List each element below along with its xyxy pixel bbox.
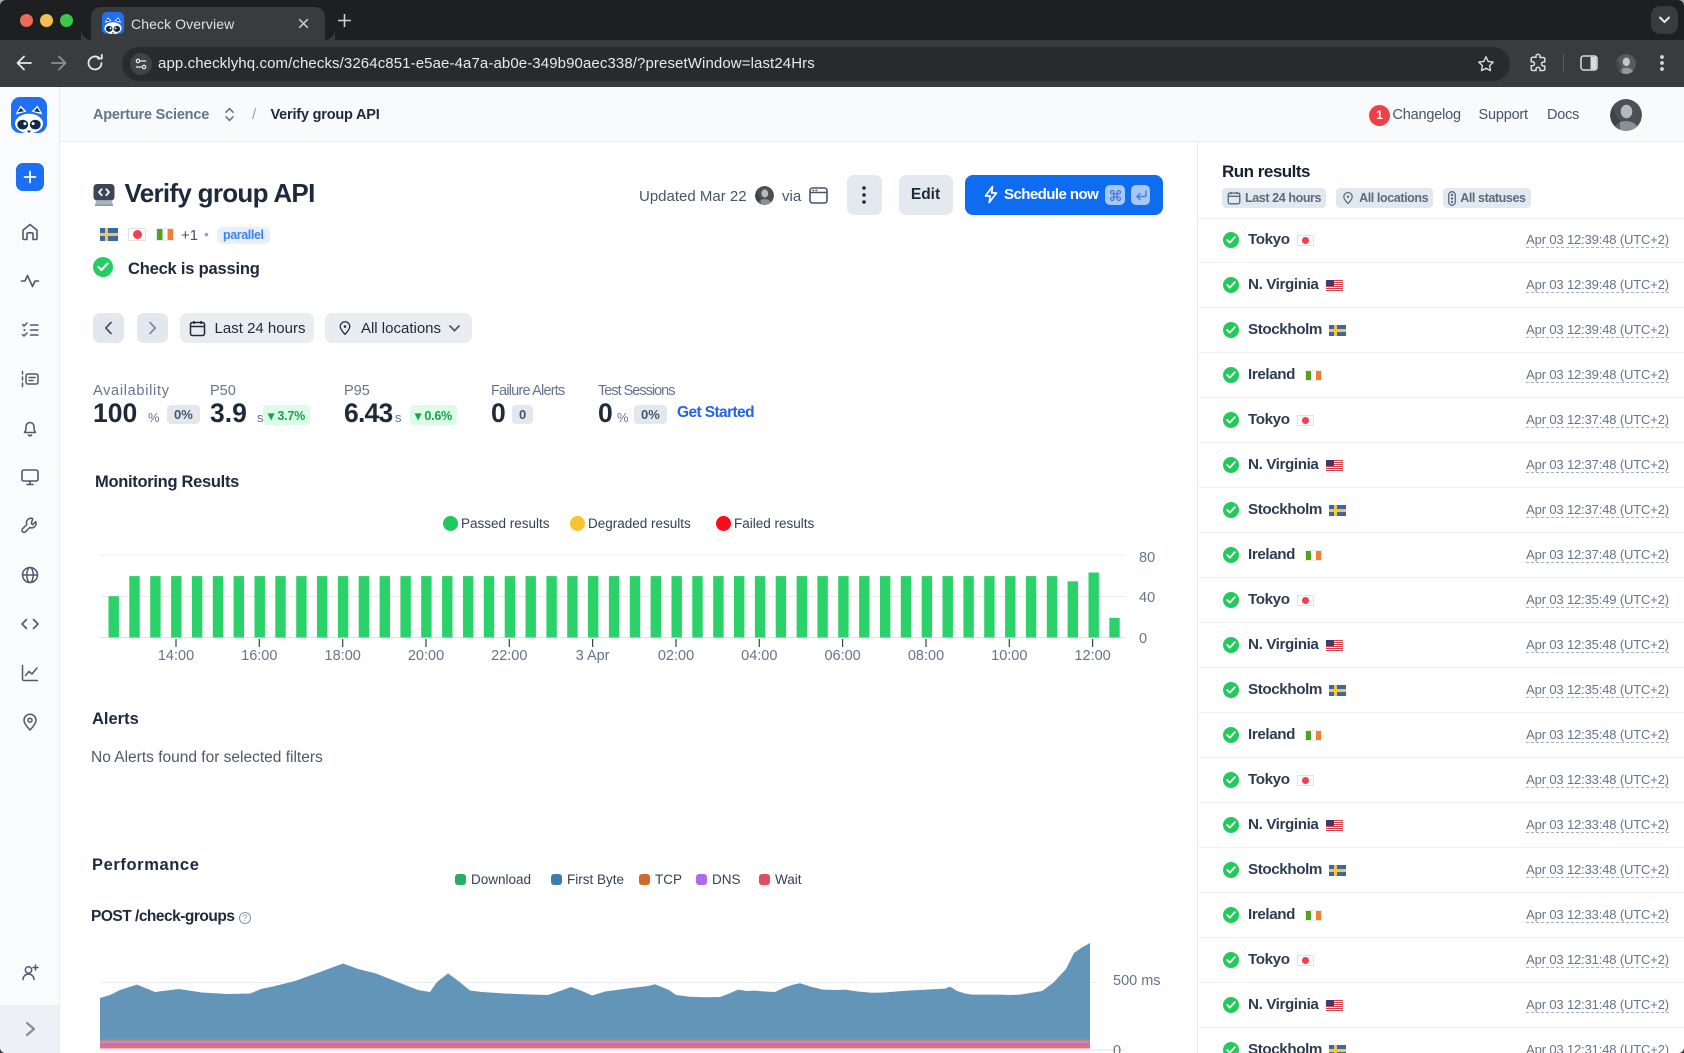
svg-text:18:00: 18:00	[325, 648, 361, 664]
svg-text:04:00: 04:00	[741, 648, 777, 664]
svg-text:0: 0	[1113, 1043, 1121, 1053]
svg-text:80: 80	[1139, 550, 1155, 566]
svg-text:0: 0	[1139, 631, 1147, 647]
svg-text:10:00: 10:00	[991, 648, 1027, 664]
svg-text:06:00: 06:00	[824, 648, 860, 664]
svg-text:500 ms: 500 ms	[1113, 973, 1161, 989]
svg-text:02:00: 02:00	[658, 648, 694, 664]
svg-text:08:00: 08:00	[908, 648, 944, 664]
svg-text:20:00: 20:00	[408, 648, 444, 664]
svg-text:40: 40	[1139, 590, 1155, 606]
svg-text:22:00: 22:00	[491, 648, 527, 664]
svg-text:14:00: 14:00	[158, 648, 194, 664]
svg-text:12:00: 12:00	[1074, 648, 1110, 664]
svg-text:16:00: 16:00	[241, 648, 277, 664]
svg-text:3 Apr: 3 Apr	[576, 648, 610, 664]
